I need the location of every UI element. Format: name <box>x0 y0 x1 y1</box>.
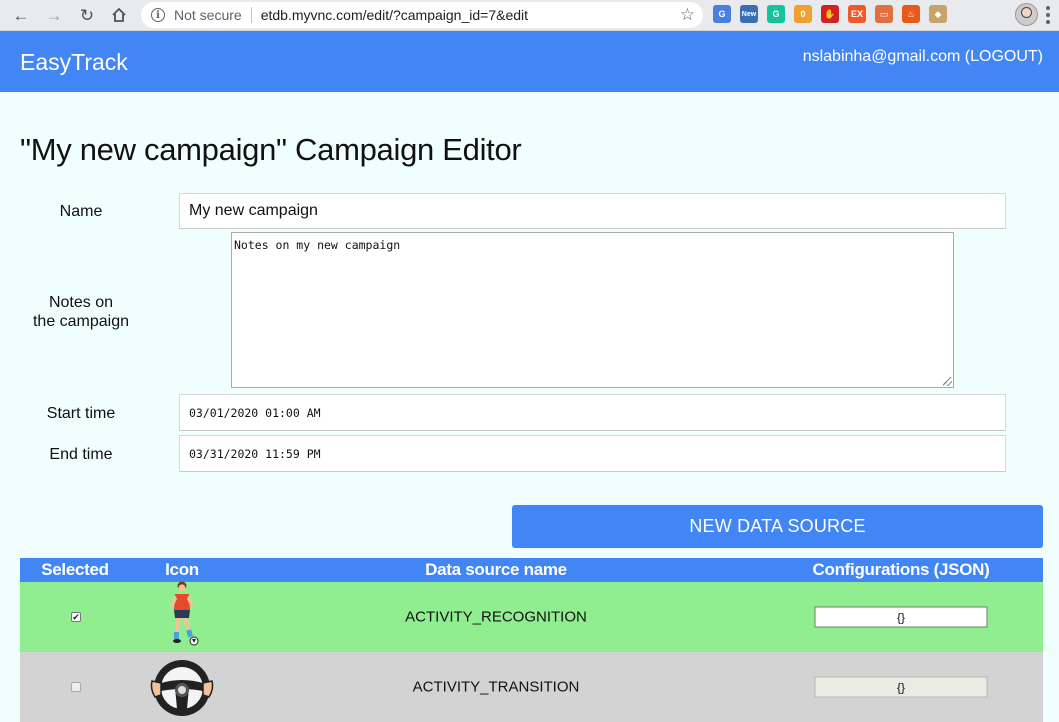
steering-wheel-icon <box>149 657 215 722</box>
browser-menu-icon[interactable] <box>1046 6 1050 24</box>
new-data-source-button[interactable]: NEW DATA SOURCE <box>512 505 1043 548</box>
resize-grip-icon[interactable] <box>943 377 952 386</box>
header-configurations: Configurations (JSON) <box>812 560 990 579</box>
checkbox-checked-icon[interactable]: ✔ <box>71 612 81 622</box>
header-selected: Selected <box>41 560 109 579</box>
config-json-field[interactable]: {} <box>814 676 988 698</box>
back-arrow-icon[interactable]: ← <box>10 4 32 26</box>
config-json-input[interactable]: {} <box>814 606 988 628</box>
campaign-notes-textarea[interactable]: Notes on my new campaign <box>231 232 954 388</box>
data-source-name: ACTIVITY_TRANSITION <box>412 678 580 696</box>
grammarly-ext-icon[interactable]: G <box>767 5 785 23</box>
select-checkbox[interactable]: ✔ <box>71 612 81 622</box>
window-ext-icon[interactable]: ▭ <box>875 5 893 23</box>
notes-label: Notes on the campaign <box>20 293 142 331</box>
start-time-input[interactable]: 03/01/2020 01:00 AM <box>179 394 1006 431</box>
notes-label-line1: Notes on <box>48 294 114 311</box>
app-header: EasyTrack nslabinha@gmail.com (LOGOUT) <box>0 31 1059 92</box>
new-ext-icon[interactable]: New <box>740 5 758 23</box>
config-json-input[interactable]: {} <box>814 676 988 698</box>
diamond-ext-icon[interactable]: ◆ <box>929 5 947 23</box>
translate-ext-icon[interactable]: G <box>713 5 731 23</box>
header-data-source-name: Data source name <box>425 560 567 579</box>
start-time-label: Start time <box>46 405 116 422</box>
home-icon[interactable] <box>108 4 130 26</box>
honey-ext-icon[interactable]: 0 <box>794 5 812 23</box>
table-row: ACTIVITY_TRANSITION {} <box>20 652 1043 722</box>
end-time-input[interactable]: 03/31/2020 11:59 PM <box>179 435 1006 472</box>
notes-label-line2: the campaign <box>32 313 130 330</box>
profile-avatar[interactable] <box>1015 3 1038 26</box>
data-source-table: Selected Icon Data source name Configura… <box>20 558 1043 722</box>
page-title: "My new campaign" Campaign Editor <box>20 132 522 167</box>
omnibox-divider <box>250 7 252 23</box>
bookmark-star-icon[interactable]: ☆ <box>680 5 695 25</box>
header-icon: Icon <box>165 560 199 579</box>
ex-ext-icon[interactable]: EX <box>848 5 866 23</box>
brand-logo[interactable]: EasyTrack <box>20 49 128 76</box>
extension-icons: G New G 0 ✋ EX ▭ ♨ ◆ <box>713 5 947 26</box>
name-label: Name <box>59 203 103 220</box>
campaign-name-input[interactable]: My new campaign <box>179 193 1006 229</box>
config-json-field[interactable]: {} <box>814 606 988 628</box>
data-source-name: ACTIVITY_RECOGNITION <box>405 608 587 626</box>
security-label: Not secure <box>174 7 242 23</box>
account-logout-link[interactable]: nslabinha@gmail.com (LOGOUT) <box>803 48 1043 66</box>
info-icon[interactable]: i <box>151 8 165 22</box>
notes-text: Notes on my new campaign <box>234 238 401 252</box>
checkbox-unchecked-icon[interactable] <box>71 682 81 692</box>
reload-icon[interactable]: ↻ <box>76 4 98 26</box>
address-bar[interactable]: i Not secure etdb.myvnc.com/edit/?campai… <box>141 2 703 28</box>
table-row: ✔ ACTIVITY_RECOGNITION {} <box>20 580 1043 652</box>
url-text[interactable]: etdb.myvnc.com/edit/?campaign_id=7&edit <box>261 7 528 23</box>
browser-toolbar: ← → ↻ i Not secure etdb.myvnc.com/edit/?… <box>0 0 1059 31</box>
end-time-label: End time <box>49 446 113 463</box>
flame-ext-icon[interactable]: ♨ <box>902 5 920 23</box>
soccer-player-icon <box>163 580 201 650</box>
select-checkbox[interactable] <box>71 682 81 692</box>
table-header-row: Selected Icon Data source name Configura… <box>20 558 1043 582</box>
forward-arrow-icon[interactable]: → <box>43 4 65 26</box>
adblock-ext-icon[interactable]: ✋ <box>821 5 839 23</box>
